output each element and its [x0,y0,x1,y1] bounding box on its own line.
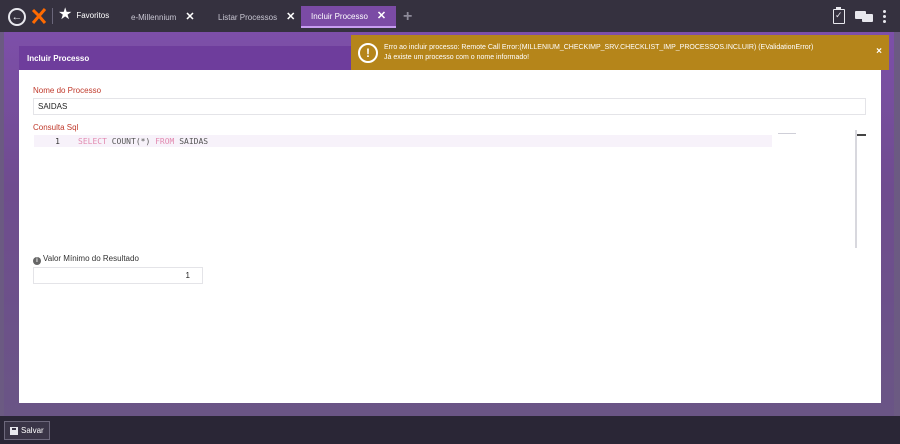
tab-label: Listar Processos [218,12,278,22]
toast-line-2: Já existe um processo com o nome informa… [384,53,530,61]
close-icon[interactable]: ✕ [286,11,295,23]
topbar-actions [833,7,886,24]
star-icon: ★ [58,6,73,23]
more-options-icon[interactable] [883,10,886,23]
editor-minimap [778,133,796,134]
toast-message: Erro ao incluir processo: Remote Call Er… [384,43,813,63]
line-number: 1 [55,136,60,146]
info-icon: i [33,257,41,265]
valor-minimo-field[interactable]: 1 [33,267,203,284]
close-icon[interactable]: × [876,46,882,57]
tab-label: Incluir Processo [311,11,368,21]
toast-line-1: Erro ao incluir processo: Remote Call Er… [384,43,814,51]
close-icon[interactable]: ✕ [377,10,386,22]
editor-scrollbar[interactable] [855,130,857,248]
tab-label: e-Millennium [131,12,177,22]
valor-minimo-label: i Valor Mínimo do Resultado [33,254,139,265]
error-toast: ! Erro ao incluir processo: Remote Call … [351,35,889,70]
consulta-sql-label: Consulta Sql [33,123,79,132]
add-tab-button[interactable]: + [403,9,412,25]
favorites-button[interactable]: ★ Favoritos [58,7,109,23]
save-button[interactable]: Salvar [4,421,50,440]
tab-e-millennium[interactable]: e-Millennium ✕ [121,6,205,28]
back-arrow-icon[interactable]: ← [8,8,26,26]
app-logo-icon [31,8,47,24]
valor-minimo-value: 1 [185,271,190,280]
top-bar: ← ★ Favoritos e-Millennium ✕ Listar Proc… [0,0,900,32]
nome-processo-value: SAIDAS [38,102,68,111]
nome-processo-label: Nome do Processo [33,86,102,95]
sql-keyword: FROM [155,136,175,146]
chat-icon[interactable] [855,10,873,23]
editor-overview-mark [857,134,866,136]
warning-icon: ! [358,42,378,63]
form-panel [19,70,881,403]
sql-keyword: SELECT [78,136,107,146]
sql-table: SAIDAS [179,136,209,146]
valor-minimo-text: Valor Mínimo do Resultado [43,254,139,263]
divider [52,8,53,24]
bottom-bar [0,416,900,444]
tab-listar-processos[interactable]: Listar Processos ✕ [208,6,305,28]
tab-incluir-processo[interactable]: Incluir Processo ✕ [301,6,397,28]
save-label: Salvar [21,426,44,435]
sql-code: SELECT COUNT(*) FROM SAIDAS [78,137,208,146]
sql-function: COUNT(*) [111,136,151,146]
nome-processo-field[interactable]: SAIDAS [33,98,866,115]
clipboard-check-icon[interactable] [833,7,845,24]
close-icon[interactable]: ✕ [185,11,194,23]
favorites-label: Favoritos [76,10,110,20]
floppy-disk-icon [10,426,18,435]
sql-editor-line[interactable]: 1 SELECT COUNT(*) FROM SAIDAS [34,135,772,147]
